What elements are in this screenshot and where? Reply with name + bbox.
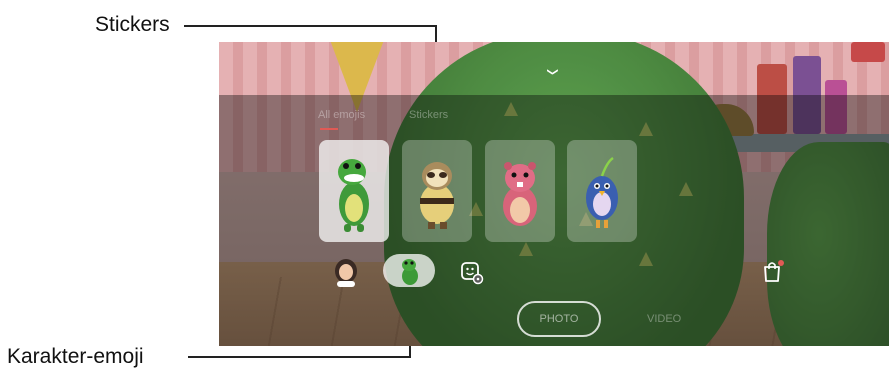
stickers-callout-label: Stickers: [95, 13, 170, 36]
ar-emoji-callout-label: Karakter-emoji: [7, 345, 144, 368]
tab-stickers[interactable]: Stickers: [409, 109, 448, 121]
active-tab-indicator: [320, 128, 338, 130]
emoji-settings-icon[interactable]: [460, 261, 484, 285]
green-dino-emoji-icon: [338, 159, 369, 232]
emoji-card-sloth[interactable]: [402, 140, 472, 242]
video-mode-label[interactable]: VIDEO: [647, 313, 681, 325]
pink-beaver-emoji-icon: [503, 162, 537, 226]
emoji-card-pink-beaver[interactable]: [485, 140, 555, 242]
emoji-card-green-dino[interactable]: [319, 140, 389, 242]
tab-all-emojis[interactable]: All emojis: [318, 109, 365, 121]
my-emoji-avatar-icon[interactable]: [332, 257, 360, 287]
ar-emoji-dino-icon: [402, 259, 418, 285]
blue-bird-emoji-icon: [586, 156, 618, 228]
emoji-card-blue-bird[interactable]: [567, 140, 637, 242]
collapse-chevron-icon[interactable]: ›: [538, 69, 569, 76]
sloth-emoji-icon: [420, 162, 454, 229]
store-bag-icon[interactable]: [760, 258, 786, 284]
camera-preview: › All emojis Stickers PHOTO VIDEO: [219, 42, 889, 346]
stickers-leader-h: [184, 25, 437, 27]
ar-emoji-leader-h: [188, 356, 411, 358]
photo-mode-button[interactable]: PHOTO: [517, 301, 601, 337]
